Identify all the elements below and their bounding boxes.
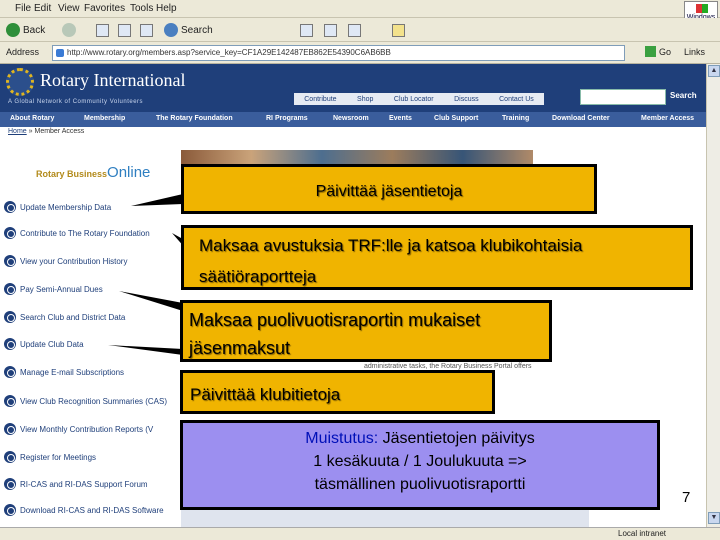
- callout-text-line2: jäsenmaksut: [189, 338, 291, 358]
- reminder-line3: täsmällinen puolivuotisraportti: [314, 476, 526, 493]
- reminder-box: Muistutus: Jäsentietojen päivitys 1 kesä…: [180, 420, 660, 510]
- callout-update-membership: Päivittää jäsentietoja: [181, 164, 597, 214]
- callout-semiannual-dues: Maksaa puolivuotisraportin mukaiset jäse…: [180, 300, 552, 362]
- reminder-line1-text: Jäsentietojen päivitys: [378, 430, 535, 447]
- reminder-label: Muistutus:: [305, 430, 379, 447]
- slide-number: 7: [682, 489, 691, 506]
- callout-text: Päivittää klubitietoja: [190, 385, 341, 404]
- reminder-line1: Muistutus: Jäsentietojen päivitys: [183, 427, 657, 450]
- pointer-update-membership: [131, 194, 183, 206]
- callout-text-line1: Maksaa puolivuotisraportin mukaiset: [189, 310, 481, 330]
- callout-text-line2: säätiöraportteja: [199, 267, 317, 286]
- callout-club-data: Päivittää klubitietoja: [180, 370, 495, 414]
- callout-text-line1: Maksaa avustuksia TRF:lle ja katsoa klub…: [199, 236, 583, 255]
- reminder-line2: 1 kesäkuuta / 1 Joulukuuta =>: [313, 453, 527, 470]
- callout-text: Päivittää jäsentietoja: [315, 183, 463, 200]
- callout-trf-contributions: Maksaa avustuksia TRF:lle ja katsoa klub…: [181, 225, 693, 290]
- pointer-update-club: [108, 345, 183, 355]
- pointer-pay-dues: [119, 291, 183, 311]
